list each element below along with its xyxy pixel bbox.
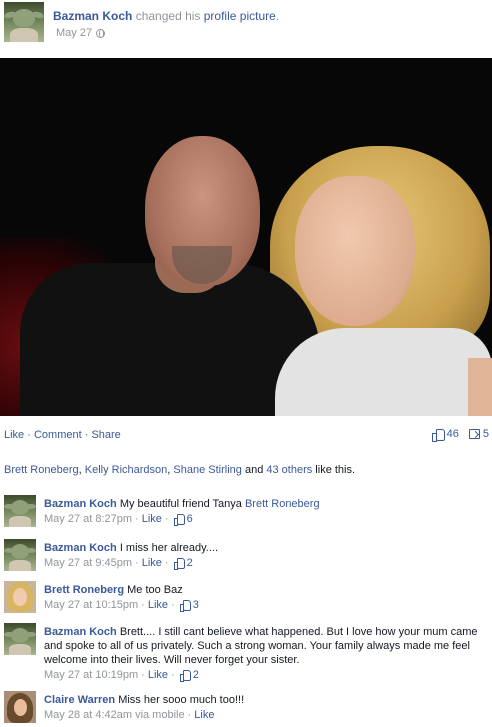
post-meta: May 27 xyxy=(56,27,106,39)
share-icon xyxy=(468,429,480,439)
comment-time[interactable]: May 27 at 8:27pm xyxy=(44,512,132,526)
public-globe-icon xyxy=(96,28,106,38)
comment-like-count[interactable]: 2 xyxy=(193,668,199,682)
liker-link[interactable]: Kelly Richardson xyxy=(85,464,168,476)
author-name-link[interactable]: Bazman Koch xyxy=(53,9,132,23)
liker-link[interactable]: Brett Roneberg xyxy=(4,464,79,476)
share-count[interactable]: 5 xyxy=(468,428,489,440)
thumbs-up-icon xyxy=(173,514,185,526)
comment: Bazman Koch I miss her already.... May 2… xyxy=(0,532,492,574)
commenter-name[interactable]: Claire Warren xyxy=(44,694,115,706)
comment-like-link[interactable]: Like xyxy=(142,556,162,570)
commenter-avatar[interactable] xyxy=(4,623,36,655)
comment-time[interactable]: May 27 at 10:15pm xyxy=(44,598,138,612)
likes-summary: Brett Roneberg, Kelly Richardson, Shane … xyxy=(4,464,356,476)
comment: Claire Warren Miss her sooo much too!!! … xyxy=(0,684,492,724)
comment-text: Me too Baz xyxy=(127,584,183,596)
profile-picture-link[interactable]: profile picture xyxy=(204,9,276,23)
comment-action[interactable]: Comment xyxy=(34,429,82,441)
comment-like-count[interactable]: 3 xyxy=(193,598,199,612)
tagged-user-link[interactable]: Brett Roneberg xyxy=(245,498,320,510)
post-action-end: . xyxy=(275,9,280,23)
profile-photo[interactable] xyxy=(0,58,492,416)
post-title: Bazman Koch changed his profile picture. xyxy=(53,9,279,23)
commenter-avatar[interactable] xyxy=(4,495,36,527)
comment-like-link[interactable]: Like xyxy=(148,598,168,612)
comment-like-link[interactable]: Like xyxy=(194,708,214,722)
share-action[interactable]: Share xyxy=(91,429,120,441)
author-avatar[interactable] xyxy=(4,2,44,42)
commenter-name[interactable]: Bazman Koch xyxy=(44,542,117,554)
comment-text: My beautiful friend Tanya xyxy=(119,498,245,510)
commenter-avatar[interactable] xyxy=(4,691,36,723)
comment-text: Miss her sooo much too!!! xyxy=(118,694,245,706)
commenter-name[interactable]: Brett Roneberg xyxy=(44,584,124,596)
others-liked-link[interactable]: 43 others xyxy=(266,464,312,476)
thumbs-up-icon xyxy=(179,670,191,682)
comment: Bazman Koch My beautiful friend Tanya Br… xyxy=(0,488,492,532)
comment-via: via mobile xyxy=(135,709,185,721)
comment-time[interactable]: May 27 at 9:45pm xyxy=(44,556,132,570)
commenter-name[interactable]: Bazman Koch xyxy=(44,626,117,638)
action-bar: Like · Comment · Share xyxy=(4,429,121,441)
comment: Bazman Koch Brett.... I still cant belie… xyxy=(0,616,492,684)
thumbs-up-icon xyxy=(431,428,445,442)
comment-like-link[interactable]: Like xyxy=(142,512,162,526)
comment-time[interactable]: May 28 at 4:42am xyxy=(44,708,132,722)
like-count[interactable]: 46 xyxy=(431,428,459,442)
comment-time[interactable]: May 27 at 10:19pm xyxy=(44,668,138,682)
comment-like-link[interactable]: Like xyxy=(148,668,168,682)
comment-like-count[interactable]: 6 xyxy=(187,512,193,526)
commenter-avatar[interactable] xyxy=(4,539,36,571)
liker-link[interactable]: Shane Stirling xyxy=(173,464,242,476)
comment: Brett Roneberg Me too Baz May 27 at 10:1… xyxy=(0,574,492,616)
comment-text: I miss her already.... xyxy=(119,542,219,554)
post-date[interactable]: May 27 xyxy=(56,27,92,39)
like-action[interactable]: Like xyxy=(4,429,24,441)
commenter-name[interactable]: Bazman Koch xyxy=(44,498,117,510)
reaction-counts: 46 5 xyxy=(431,428,489,442)
thumbs-up-icon xyxy=(179,600,191,612)
thumbs-up-icon xyxy=(173,558,185,570)
post-header: Bazman Koch changed his profile picture.… xyxy=(4,2,488,44)
commenter-avatar[interactable] xyxy=(4,581,36,613)
post-action-text: changed his xyxy=(132,9,204,23)
comment-like-count[interactable]: 2 xyxy=(187,556,193,570)
comment-list: Bazman Koch My beautiful friend Tanya Br… xyxy=(0,488,492,724)
